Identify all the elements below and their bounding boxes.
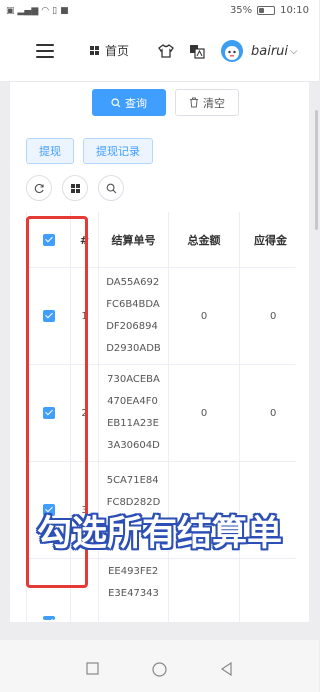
vibrate-icon: ▯ bbox=[52, 6, 58, 16]
grid-icon bbox=[90, 46, 99, 55]
avatar[interactable] bbox=[221, 40, 243, 62]
clear-button[interactable]: 清空 bbox=[175, 89, 239, 116]
settlement-code-line: EE493FE2 bbox=[108, 566, 159, 577]
trash-icon bbox=[190, 97, 198, 108]
query-button[interactable]: 查询 bbox=[92, 89, 166, 116]
settlement-code-line: DA55A692 bbox=[106, 277, 160, 288]
status-left-icons: ▣ ▂▄▆ ◠ ▯ ■ bbox=[6, 6, 69, 16]
settlement-code-line: EB11A23E bbox=[107, 418, 159, 429]
home-label: 首页 bbox=[105, 44, 130, 58]
battery-percent: 35% bbox=[229, 5, 253, 16]
due-amount: 0 bbox=[240, 365, 296, 461]
settlement-code-line: FC6B4BDA bbox=[106, 299, 160, 310]
clock: 10:10 bbox=[280, 5, 309, 16]
settlement-code-cell: EE493FE2 E3E47343 bbox=[99, 559, 169, 622]
recent-apps-icon[interactable] bbox=[86, 662, 99, 675]
total-amount bbox=[169, 559, 240, 622]
settlement-code-cell: DA55A692 FC6B4BDA DF206894 D2930ADB bbox=[99, 268, 169, 364]
refresh-button[interactable] bbox=[26, 175, 52, 201]
settlement-code-line: D2930ADB bbox=[106, 343, 161, 354]
settlement-code-cell: 730ACEBA 470EA4F0 EB11A23E 3A30604D bbox=[99, 365, 169, 461]
search-icon bbox=[106, 183, 116, 193]
username[interactable]: bairui bbox=[251, 44, 288, 59]
settlement-code-line: 5CA71E84 bbox=[106, 475, 159, 486]
settlement-code-line: E3E47343 bbox=[108, 588, 159, 599]
row-checkbox[interactable] bbox=[42, 616, 55, 620]
withdraw-button[interactable]: 提现 bbox=[26, 138, 74, 164]
settlement-code-line: 730ACEBA bbox=[107, 374, 160, 385]
total-amount: 0 bbox=[169, 268, 240, 364]
wifi-icon: ◠ bbox=[41, 6, 50, 16]
home-icon[interactable] bbox=[152, 662, 167, 677]
settlement-code-line: 3A30604D bbox=[107, 440, 160, 451]
search-toggle-button[interactable] bbox=[98, 175, 124, 201]
scrollbar[interactable] bbox=[315, 110, 318, 230]
column-header: 总金额 bbox=[169, 212, 240, 268]
battery-icon bbox=[257, 6, 276, 15]
clear-label: 清空 bbox=[203, 96, 225, 110]
top-nav: 首页 bairui ⌵ bbox=[0, 24, 319, 82]
back-icon[interactable] bbox=[220, 662, 233, 676]
columns-icon bbox=[70, 183, 80, 193]
tutorial-caption: 勾选所有结算单 bbox=[36, 514, 282, 554]
settlement-code-line: DF206894 bbox=[106, 321, 158, 332]
column-header: 应得金 bbox=[240, 212, 296, 268]
dnd-icon: ■ bbox=[60, 6, 69, 16]
due-amount: 0 bbox=[240, 268, 296, 364]
home-tab[interactable]: 首页 bbox=[90, 42, 129, 59]
total-amount: 0 bbox=[169, 365, 240, 461]
menu-icon[interactable] bbox=[36, 44, 54, 58]
system-nav-bar bbox=[0, 640, 319, 692]
settlement-code-line: 470EA4F0 bbox=[107, 396, 158, 407]
hd-icon: ▣ bbox=[6, 6, 15, 16]
status-bar: ▣ ▂▄▆ ◠ ▯ ■ 35% 10:10 bbox=[0, 0, 319, 24]
shirt-icon[interactable] bbox=[158, 44, 174, 58]
search-icon bbox=[111, 97, 121, 107]
column-header: 结算单号 bbox=[99, 212, 169, 268]
signal-icon: ▂▄▆ bbox=[17, 6, 39, 16]
translate-icon[interactable] bbox=[189, 44, 205, 59]
due-amount bbox=[240, 559, 296, 622]
query-label: 查询 bbox=[125, 96, 147, 110]
columns-button[interactable] bbox=[62, 175, 88, 201]
withdraw-records-button[interactable]: 提现记录 bbox=[83, 138, 153, 164]
chevron-down-icon[interactable]: ⌵ bbox=[290, 46, 298, 57]
refresh-icon bbox=[34, 183, 44, 193]
